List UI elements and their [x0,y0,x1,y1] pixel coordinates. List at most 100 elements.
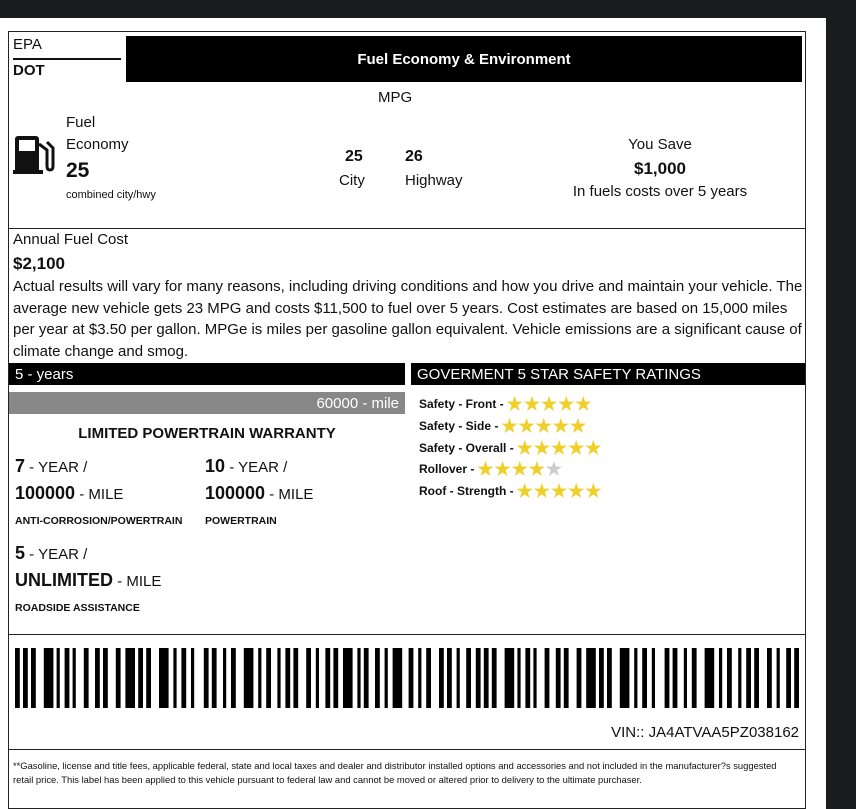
fuel-pump-icon [13,136,55,174]
barcode-bar [525,648,531,708]
highway-label: Highway [405,172,463,189]
warranty-years: 10 - YEAR / [205,456,287,477]
barcode-bar [576,648,582,708]
warranty-title: LIMITED POWERTRAIN WARRANTY [78,425,336,442]
barcode-bar [634,648,638,708]
barcode-bar [103,648,108,708]
star-filled-icon: ★ [551,438,568,458]
barcode-bar [704,648,715,708]
barcode-bar [517,648,521,708]
star-empty-icon: ★ [545,459,563,479]
star-filled-icon: ★ [550,481,568,501]
warranty-miles-number: 100000 [15,483,76,503]
vin-number: VIN:: JA4ATVAA5PZ038162 [611,724,799,741]
barcode-bar [125,648,135,708]
divider [9,228,805,229]
warranty-years-bar: 5 - years [9,363,405,385]
barcode-bar [31,648,36,708]
warranty-years-unit: - YEAR / [25,546,88,563]
star-rating: ★ ★ ★ ★ ★ [517,439,603,457]
barcode-bar [333,648,339,708]
barcode-bar [181,648,187,708]
top-bar [0,0,856,18]
warranty-years-number: 10 [205,456,226,476]
star-rating: ★ ★ ★ ★ ★ [477,460,563,478]
barcode-bar [203,648,209,708]
barcode-bar [343,648,353,708]
star-rating: ★ ★ ★ ★ ★ [517,482,603,500]
barcode-bar [555,648,561,708]
dot-text: DOT [13,62,45,79]
star-filled-icon: ★ [516,481,533,501]
fuel-economy-label: EPA DOT Fuel Economy & Environment MPG F… [8,31,806,809]
epa-divider [13,58,121,60]
barcode-bar [466,648,471,708]
barcode-bar [375,648,380,708]
barcode-bar [651,648,655,708]
barcode-bar [563,648,569,708]
barcode-bar [231,648,236,708]
epa-text: EPA [13,36,42,53]
safety-rating-row: Safety - Front - ★ ★ ★ ★ ★ [419,395,592,413]
star-filled-icon: ★ [533,438,550,458]
barcode-bar [325,648,331,708]
star-filled-icon: ★ [518,416,535,436]
safety-rating-row: Roof - Strength - ★ ★ ★ ★ ★ [419,482,602,500]
barcode-bar [43,648,54,708]
barcode-bar [491,648,497,708]
warranty-miles-unit: - MILE [75,486,124,503]
barcode-bar [456,648,460,708]
barcode-bar [447,648,452,708]
window-sticker-page: EPA DOT Fuel Economy & Environment MPG F… [0,18,826,809]
star-filled-icon: ★ [575,394,592,414]
barcode-bar [439,648,444,708]
star-filled-icon: ★ [585,438,602,458]
barcode-bar [691,648,697,708]
warranty-years-number: 5 [15,543,26,563]
barcode-bar [746,648,751,708]
warranty-years-unit: - YEAR / [225,459,288,476]
barcode-bar [786,648,791,708]
star-filled-icon: ★ [552,416,569,436]
barcode-bar [754,648,759,708]
safety-rating-label: Roof - Strength - [419,484,514,498]
barcode-bar [392,648,403,708]
mpg-label: MPG [378,89,413,106]
barcode-bar [64,648,70,708]
highway-mpg: 26 [405,148,423,165]
star-filled-icon: ★ [511,459,528,479]
star-filled-icon: ★ [540,394,558,414]
barcode-bar [363,648,369,708]
annual-fuel-cost-description: Actual results will vary for many reason… [13,278,803,360]
star-filled-icon: ★ [568,438,585,458]
star-filled-icon: ★ [535,416,552,436]
divider [9,749,805,750]
safety-rating-row: Safety - Overall - ★ ★ ★ ★ ★ [419,439,602,457]
warranty-years: 5 - YEAR / [15,543,87,564]
star-filled-icon: ★ [506,394,523,414]
barcode-bar [483,648,489,708]
barcode-bar [727,648,732,708]
divider [9,634,805,635]
barcode-bar [619,648,630,708]
warranty-miles-unit: - MILE [265,486,314,503]
barcode-bar [95,648,100,708]
barcode-bar [277,648,281,708]
star-filled-icon: ★ [569,416,587,436]
barcode-bar [664,648,670,708]
barcode-bar [426,648,431,708]
star-filled-icon: ★ [501,416,518,436]
barcode-bar [672,648,678,708]
star-filled-icon: ★ [477,459,494,479]
barcode-bar [115,648,121,708]
star-filled-icon: ★ [523,394,540,414]
barcode-bar [258,648,262,708]
savings-caption: In fuels costs over 5 years [572,183,748,200]
star-rating: ★ ★ ★ ★ ★ [507,395,593,413]
barcode-bar [408,648,414,708]
barcode-bar [738,648,742,708]
fuel-economy-label-line2: Economy [66,136,129,153]
warranty-years-unit: - YEAR / [25,459,88,476]
barcode-bar [683,648,687,708]
barcode-bar [191,648,195,708]
